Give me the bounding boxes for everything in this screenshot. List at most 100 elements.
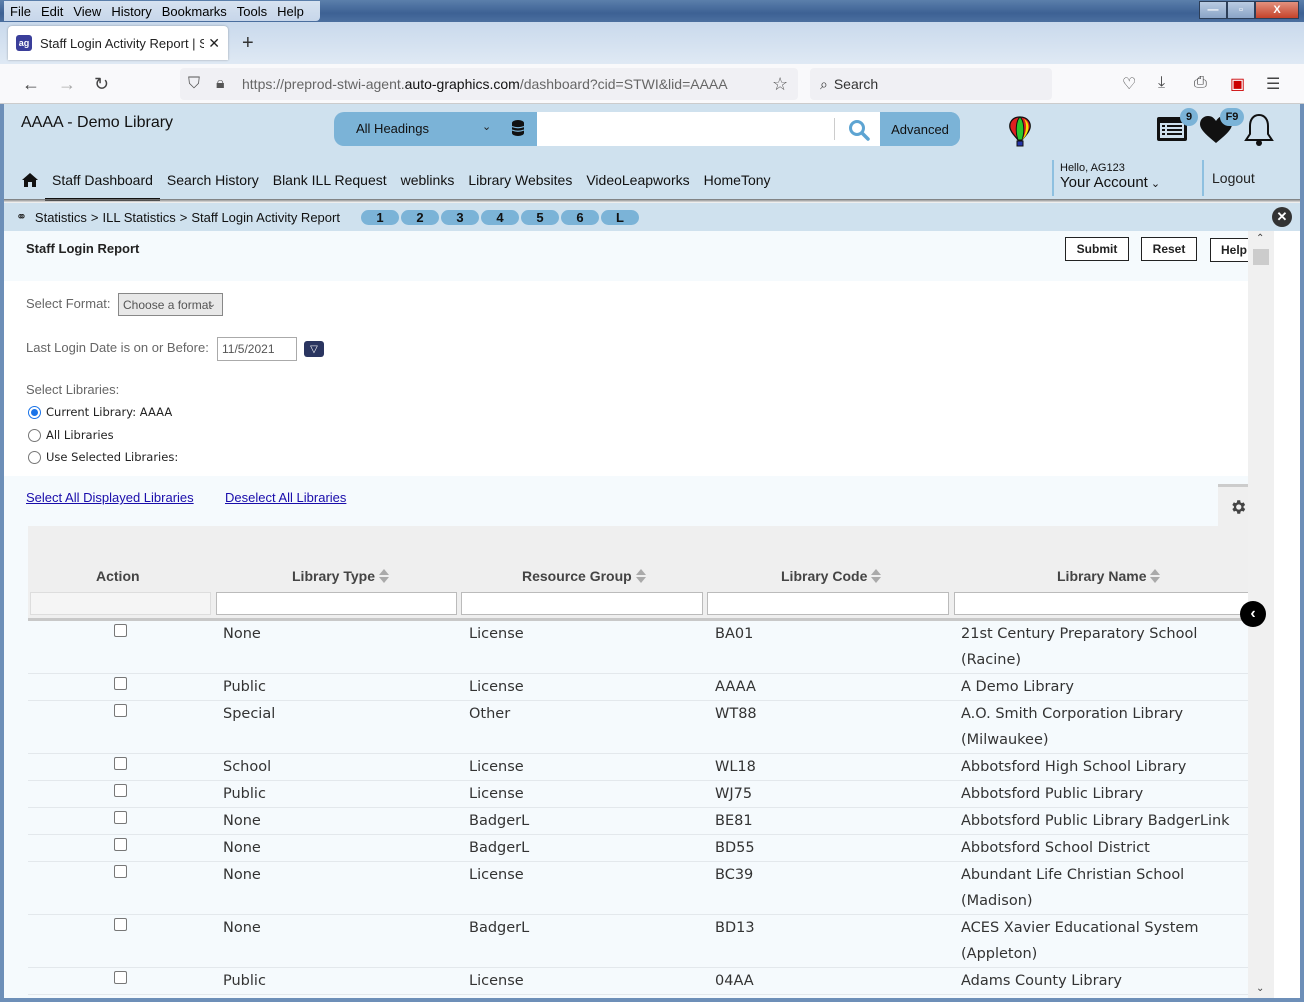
lock-icon[interactable]: 🔒︎	[216, 75, 225, 93]
library-type-filter[interactable]	[216, 592, 457, 615]
menu-history[interactable]: History	[111, 4, 151, 19]
step-6[interactable]: 6	[559, 208, 600, 226]
browser-search-box[interactable]: ⌕ Search	[810, 68, 1052, 100]
cell-library-name[interactable]: Abbotsford Public Library	[961, 781, 1246, 807]
home-icon[interactable]	[22, 173, 38, 187]
sort-icon[interactable]	[379, 569, 389, 583]
menu-bookmarks[interactable]: Bookmarks	[162, 4, 227, 19]
cell-library-name[interactable]: A Demo Library	[961, 674, 1246, 700]
column-header-resource-group[interactable]: Resource Group	[522, 568, 646, 584]
close-panel-icon[interactable]: ✕	[1272, 207, 1292, 227]
search-scope-select[interactable]: All Headings	[356, 121, 429, 136]
radio-button[interactable]	[28, 428, 41, 442]
library-code-filter[interactable]	[707, 592, 949, 615]
step-5[interactable]: 5	[519, 208, 560, 226]
row-checkbox[interactable]	[114, 704, 127, 717]
step-4[interactable]: 4	[479, 208, 520, 226]
download-icon[interactable]: ⤓	[1158, 74, 1165, 92]
menu-help[interactable]: Help	[277, 4, 304, 19]
maximize-button[interactable]: ▫	[1227, 1, 1255, 19]
bookmark-star-icon[interactable]: ☆	[772, 74, 788, 95]
cell-library-name[interactable]: A.O. Smith Corporation Library (Milwauke…	[961, 701, 1246, 753]
minimize-button[interactable]: —	[1199, 1, 1227, 19]
radio-selected-libraries[interactable]: Use Selected Libraries:	[28, 450, 178, 464]
scrollbar-thumb[interactable]	[1253, 249, 1269, 265]
menu-tools[interactable]: Tools	[237, 4, 267, 19]
cell-library-name[interactable]: Abbotsford School District	[961, 835, 1246, 861]
sort-icon[interactable]	[635, 569, 646, 583]
row-checkbox[interactable]	[114, 784, 127, 797]
cell-library-name[interactable]: 21st Century Preparatory School (Racine)	[961, 621, 1246, 673]
nav-hometony[interactable]: HomeTony	[704, 172, 771, 188]
account-menu[interactable]: Hello, AG123 Your Account ⌄	[1052, 160, 1160, 196]
database-icon[interactable]	[512, 120, 524, 136]
select-all-link[interactable]: Select All Displayed Libraries	[26, 490, 194, 505]
menu-file[interactable]: File	[10, 4, 31, 19]
nav-staff-dashboard[interactable]: Staff Dashboard	[45, 172, 160, 201]
hamburger-menu-icon[interactable]: ☰	[1266, 74, 1280, 94]
menu-view[interactable]: View	[73, 4, 101, 19]
pocket-icon[interactable]: ♡	[1122, 74, 1136, 94]
resource-group-filter[interactable]	[461, 592, 703, 615]
address-bar[interactable]: ⛉ 🔒︎ https://preprod-stwi-agent.auto-gra…	[180, 68, 798, 100]
url-text[interactable]: https://preprod-stwi-agent.auto-graphics…	[242, 76, 728, 92]
row-checkbox[interactable]	[114, 677, 127, 690]
bell-icon[interactable]	[1244, 112, 1274, 148]
step-3[interactable]: 3	[439, 208, 480, 226]
search-icon[interactable]	[847, 118, 871, 142]
search-input[interactable]	[537, 112, 880, 146]
submit-button[interactable]: Submit	[1065, 237, 1129, 261]
radio-current-library[interactable]: Current Library: AAAA	[28, 405, 172, 419]
scroll-up-icon[interactable]: ⌃	[1256, 233, 1264, 244]
account-label[interactable]: Your Account	[1060, 174, 1148, 191]
row-checkbox[interactable]	[114, 624, 127, 637]
breadcrumb-statistics[interactable]: Statistics	[35, 210, 87, 225]
window-close-button[interactable]: X	[1255, 1, 1299, 19]
row-checkbox[interactable]	[114, 838, 127, 851]
date-input[interactable]: 11/5/2021	[217, 337, 297, 361]
row-checkbox[interactable]	[114, 811, 127, 824]
nav-search-history[interactable]: Search History	[167, 172, 259, 188]
logout-link[interactable]: Logout	[1202, 160, 1255, 196]
step-2[interactable]: 2	[399, 208, 440, 226]
tab-close-icon[interactable]: ✕	[208, 35, 220, 52]
cell-library-name[interactable]: ACES Xavier Educational System (Appleton…	[961, 915, 1246, 967]
nav-blank-ill-request[interactable]: Blank ILL Request	[273, 172, 387, 188]
row-checkbox[interactable]	[114, 971, 127, 984]
cell-library-name[interactable]: Abbotsford Public Library BadgerLink	[961, 808, 1246, 834]
radio-all-libraries[interactable]: All Libraries	[28, 428, 114, 442]
browser-tab[interactable]: ag Staff Login Activity Report | STWI ✕	[8, 26, 228, 60]
shield-icon[interactable]: ⛉	[188, 75, 200, 93]
sort-icon[interactable]	[1150, 569, 1161, 583]
radio-button[interactable]	[28, 450, 41, 464]
reset-button[interactable]: Reset	[1141, 237, 1197, 261]
nav-videoleapworks[interactable]: VideoLeapworks	[586, 172, 689, 188]
advanced-search-button[interactable]: Advanced	[880, 112, 960, 146]
breadcrumb-ill-statistics[interactable]: ILL Statistics	[103, 210, 176, 225]
chevron-down-icon[interactable]: ⌄	[482, 120, 491, 133]
cell-library-name[interactable]: Abbotsford High School Library	[961, 754, 1246, 780]
extension-icon[interactable]: ▣	[1230, 74, 1245, 94]
hot-air-balloon-icon[interactable]	[1008, 116, 1032, 148]
sort-icon[interactable]	[871, 569, 882, 583]
nav-weblinks[interactable]: weblinks	[401, 172, 455, 188]
menu-edit[interactable]: Edit	[41, 4, 63, 19]
column-header-library-code[interactable]: Library Code	[781, 568, 882, 584]
step-1[interactable]: 1	[359, 208, 400, 226]
scroll-down-icon[interactable]: ⌄	[1256, 983, 1264, 994]
row-checkbox[interactable]	[114, 865, 127, 878]
collapse-panel-icon[interactable]: ‹	[1240, 601, 1266, 627]
new-tab-button[interactable]: +	[242, 32, 254, 55]
calendar-dropdown-icon[interactable]: ▽	[304, 341, 324, 357]
format-select[interactable]: Choose a format ⌄	[118, 293, 223, 316]
deselect-all-link[interactable]: Deselect All Libraries	[225, 490, 346, 505]
back-icon[interactable]: ←	[22, 74, 40, 95]
radio-button[interactable]	[28, 405, 41, 419]
step-l[interactable]: L	[599, 208, 640, 226]
row-checkbox[interactable]	[114, 757, 127, 770]
cell-library-name[interactable]: Adams County Library	[961, 968, 1246, 994]
forward-icon[interactable]: →	[58, 74, 76, 95]
reload-icon[interactable]: ↻	[94, 74, 109, 95]
column-header-library-type[interactable]: Library Type	[292, 568, 389, 584]
nav-library-websites[interactable]: Library Websites	[468, 172, 572, 188]
